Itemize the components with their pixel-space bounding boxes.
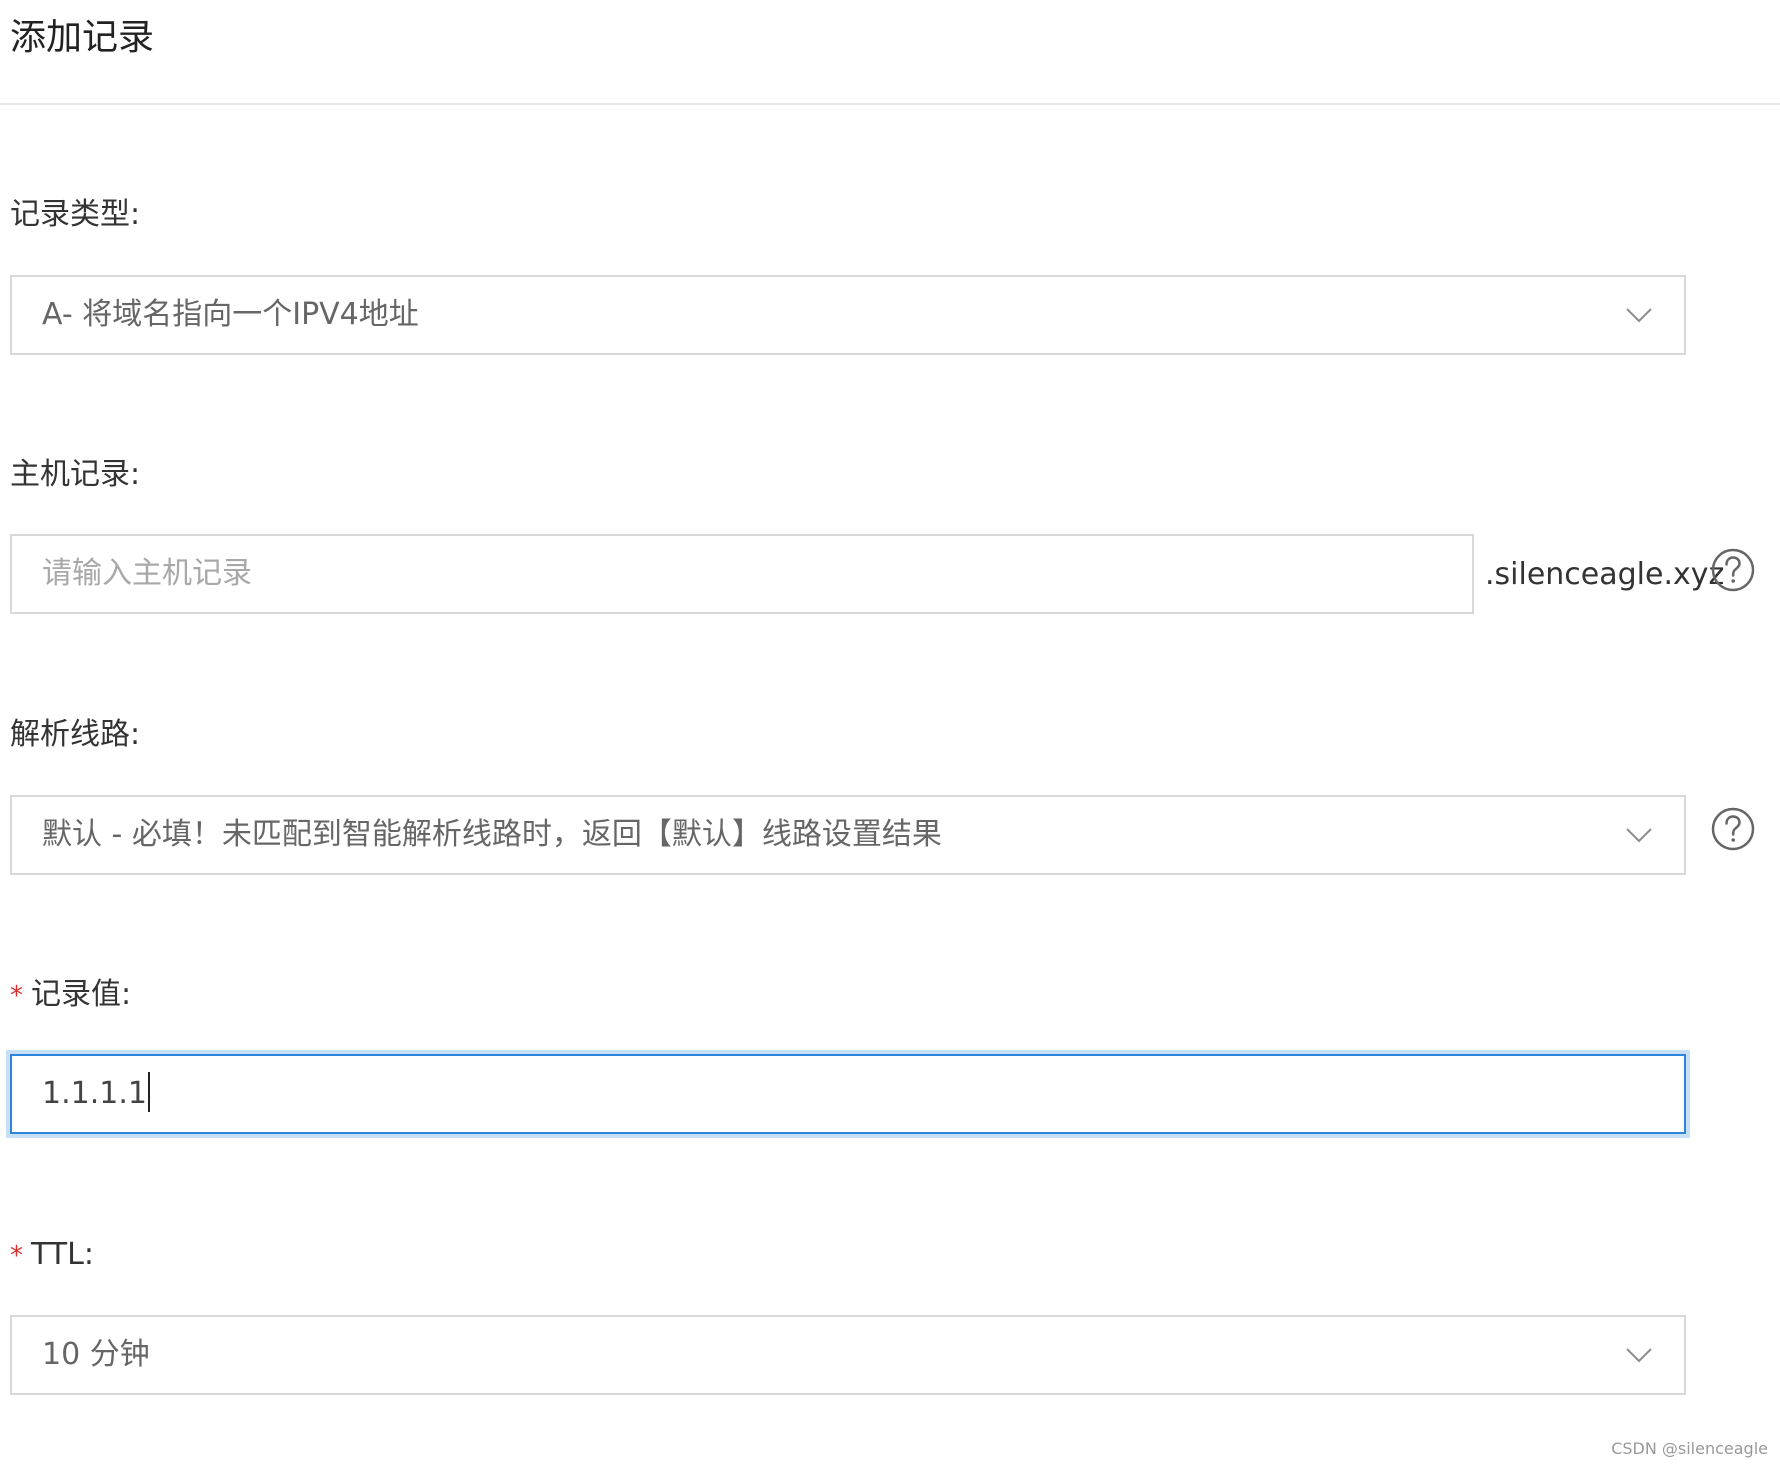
domain-suffix: .silenceagle.xyz bbox=[1485, 557, 1725, 592]
watermark: CSDN @silenceagle bbox=[1611, 1439, 1768, 1458]
record-type-label: 记录类型: bbox=[10, 197, 141, 232]
record-value-label-text: 记录值: bbox=[31, 977, 132, 1012]
question-circle-icon[interactable] bbox=[1710, 547, 1756, 593]
record-value-text: 1.1.1.1 bbox=[42, 1076, 147, 1111]
chevron-down-icon bbox=[1626, 1348, 1652, 1363]
required-mark: * bbox=[10, 1241, 23, 1271]
ttl-label-text: TTL: bbox=[31, 1237, 94, 1272]
required-mark: * bbox=[10, 981, 23, 1011]
resolution-line-value: 默认 - 必填！未匹配到智能解析线路时，返回【默认】线路设置结果 bbox=[42, 817, 942, 852]
title-divider bbox=[0, 103, 1780, 105]
ttl-select[interactable]: 10 分钟 bbox=[10, 1315, 1686, 1395]
record-value-text-wrap: 1.1.1.1 bbox=[42, 1056, 150, 1132]
record-value-input[interactable]: 1.1.1.1 bbox=[10, 1054, 1686, 1134]
resolution-line-select[interactable]: 默认 - 必填！未匹配到智能解析线路时，返回【默认】线路设置结果 bbox=[10, 795, 1686, 875]
question-circle-icon[interactable] bbox=[1710, 806, 1756, 852]
record-type-value: A- 将域名指向一个IPV4地址 bbox=[42, 297, 419, 332]
ttl-value: 10 分钟 bbox=[42, 1337, 150, 1372]
chevron-down-icon bbox=[1626, 308, 1652, 323]
text-caret bbox=[147, 1071, 150, 1112]
record-type-select[interactable]: A- 将域名指向一个IPV4地址 bbox=[10, 275, 1686, 355]
host-record-label: 主机记录: bbox=[10, 457, 141, 492]
page-title: 添加记录 bbox=[10, 17, 155, 58]
host-record-placeholder: 请输入主机记录 bbox=[42, 556, 252, 591]
record-value-label: * 记录值: bbox=[10, 975, 131, 1016]
resolution-line-label: 解析线路: bbox=[10, 717, 141, 752]
host-record-input[interactable]: 请输入主机记录 bbox=[10, 534, 1474, 614]
ttl-label: * TTL: bbox=[10, 1235, 94, 1276]
chevron-down-icon bbox=[1626, 828, 1652, 843]
